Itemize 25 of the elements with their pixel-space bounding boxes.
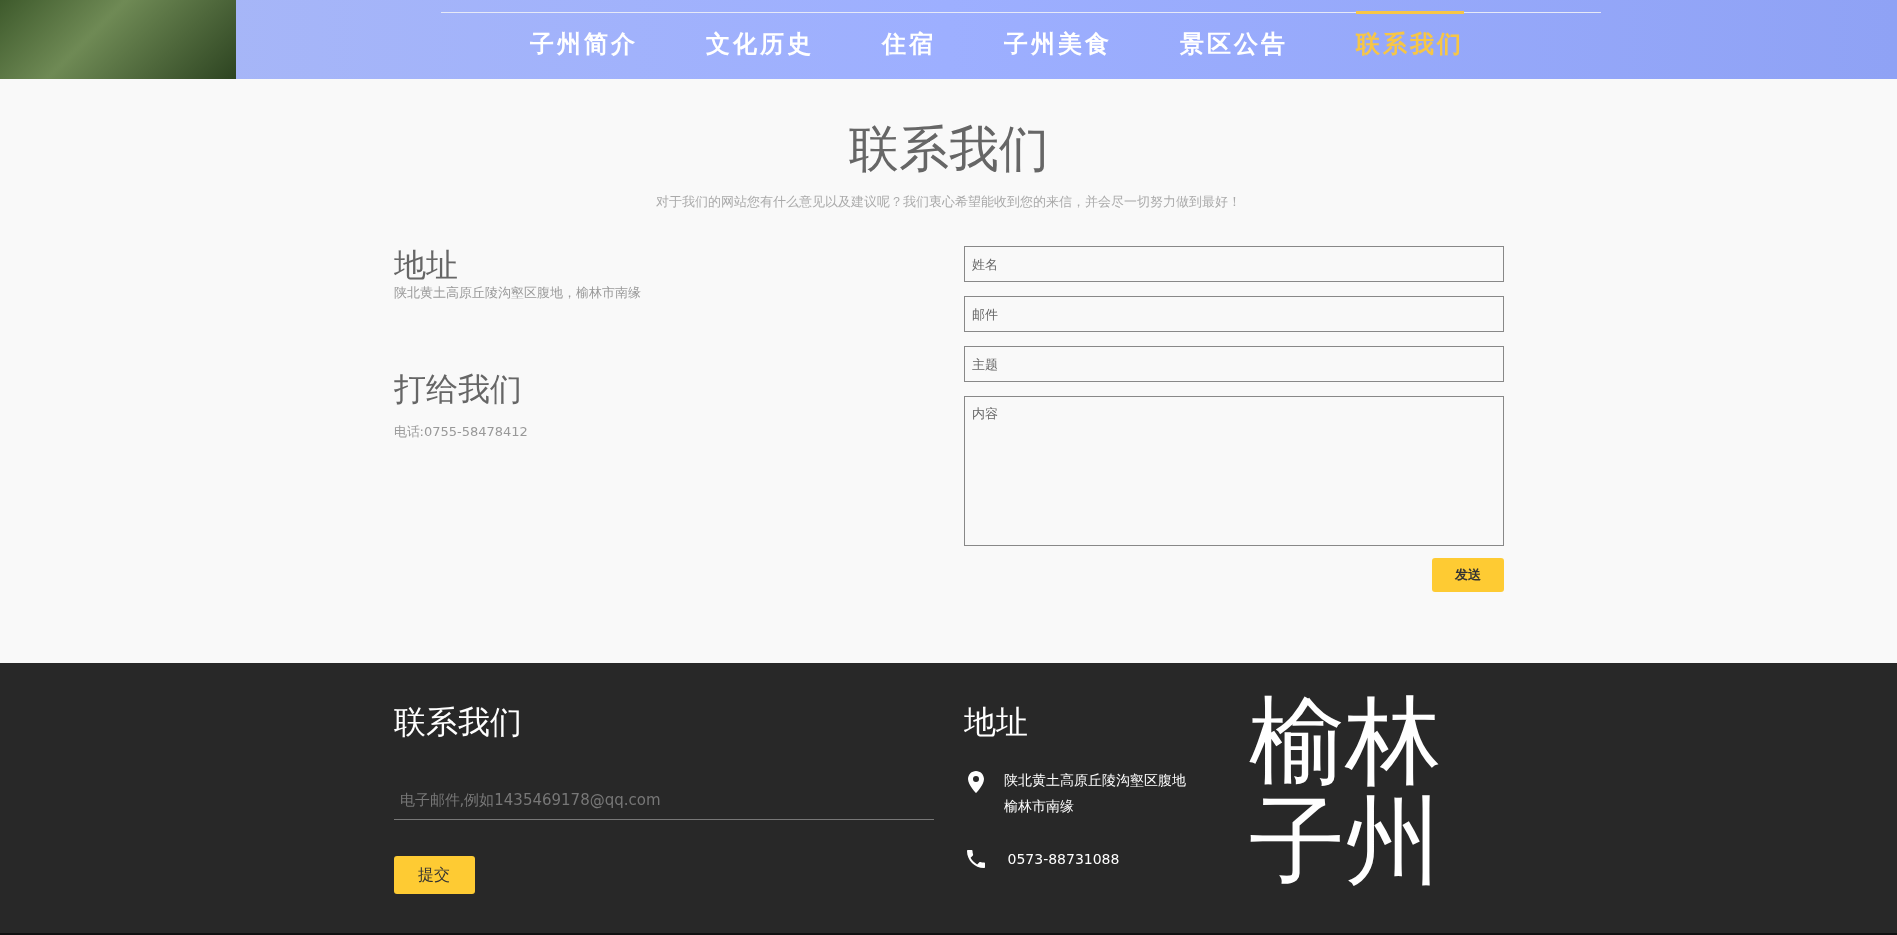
nav-link[interactable]: 住宿: [881, 11, 936, 79]
location-pin-icon: [967, 771, 984, 794]
phone-heading: 打给我们: [393, 370, 523, 409]
nav-link[interactable]: 联系我们: [1355, 11, 1464, 79]
address-text: 陕北黄土高原丘陵沟壑区腹地，榆林市南缘: [393, 284, 642, 303]
logo-text: 榆林 子州: [1248, 691, 1441, 899]
phone-number: 0573-88731088: [1007, 850, 1120, 869]
email-field[interactable]: 电子邮件,例如1435469178@qq.com: [393, 781, 934, 821]
nav-link[interactable]: 子州美食: [1003, 11, 1112, 79]
address-heading: 地址: [393, 246, 459, 285]
nav-link[interactable]: 子州简介: [529, 11, 638, 79]
message-field[interactable]: 内容: [963, 396, 1504, 546]
input-field[interactable]: 主题: [963, 346, 1504, 382]
input-field[interactable]: 邮件: [963, 296, 1504, 332]
footer-heading: 地址: [963, 703, 1029, 742]
footer-heading: 联系我们: [393, 703, 523, 742]
nav-link[interactable]: 文化历史: [705, 11, 814, 79]
input-field[interactable]: 姓名: [963, 246, 1504, 282]
address-line: 陕北黄土高原丘陵沟壑区腹地: [1003, 771, 1186, 790]
send-button[interactable]: 发送: [1431, 558, 1504, 592]
nav-link[interactable]: 景区公告: [1179, 11, 1288, 79]
address-line: 榆林市南缘: [1003, 797, 1075, 816]
submit-button[interactable]: 提交: [393, 856, 475, 895]
page-title: 联系我们: [848, 119, 1049, 179]
phone-text: 电话:0755-58478412: [393, 422, 529, 441]
